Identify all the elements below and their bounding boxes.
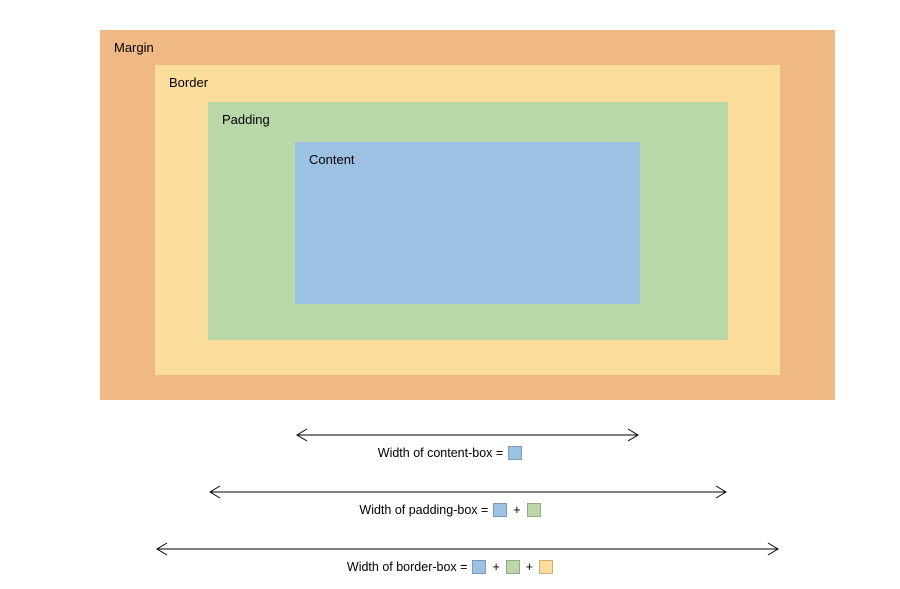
legend-label: Width of border-box = (347, 560, 468, 574)
border-swatch-icon (539, 560, 553, 574)
legend-text-padding: Width of padding-box = + (0, 503, 900, 517)
margin-label: Margin (114, 40, 154, 55)
legend-label: Width of padding-box = (359, 503, 488, 517)
plus-icon: + (492, 560, 499, 574)
padding-label: Padding (222, 112, 270, 127)
padding-swatch-icon (506, 560, 520, 574)
legend: Width of content-box = Width of padding-… (0, 418, 900, 589)
plus-icon: + (526, 560, 533, 574)
content-swatch-icon (493, 503, 507, 517)
double-arrow-icon (155, 542, 780, 556)
legend-row-padding: Width of padding-box = + (0, 475, 900, 530)
padding-swatch-icon (527, 503, 541, 517)
content-label: Content (309, 152, 355, 167)
legend-label: Width of content-box = (378, 446, 503, 460)
legend-row-border: Width of border-box = + + (0, 532, 900, 587)
legend-row-content: Width of content-box = (0, 418, 900, 473)
plus-icon: + (513, 503, 520, 517)
content-swatch-icon (508, 446, 522, 460)
content-box: Content (295, 142, 640, 304)
double-arrow-icon (295, 428, 640, 442)
border-label: Border (169, 75, 208, 90)
content-swatch-icon (472, 560, 486, 574)
legend-text-border: Width of border-box = + + (0, 560, 900, 574)
legend-text-content: Width of content-box = (0, 446, 900, 460)
double-arrow-icon (208, 485, 728, 499)
box-model-diagram: Margin Border Padding Content (100, 30, 835, 400)
